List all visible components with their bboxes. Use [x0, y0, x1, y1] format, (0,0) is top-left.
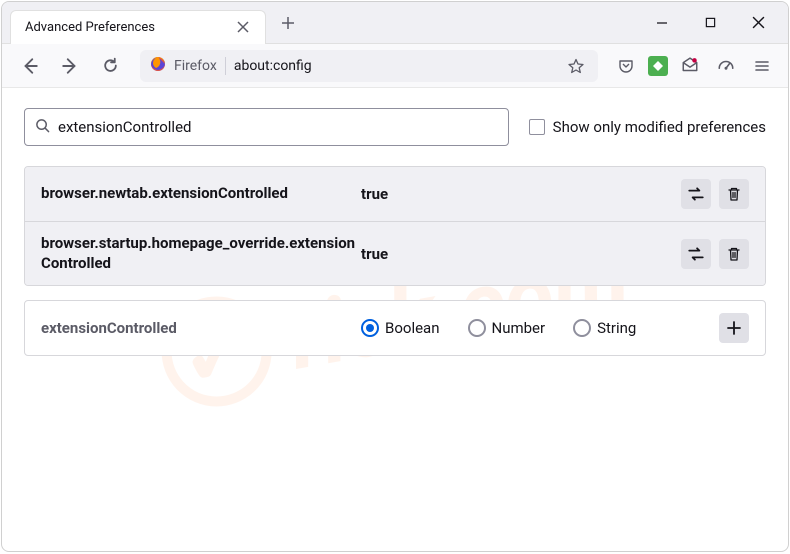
pref-value: true — [361, 185, 681, 203]
urlbar-separator — [225, 57, 226, 75]
type-radio-group: Boolean Number String — [361, 319, 707, 337]
pref-row: browser.newtab.extensionControlled true — [25, 167, 765, 222]
radio-label: Number — [492, 319, 546, 337]
back-button[interactable] — [14, 50, 46, 82]
radio-number[interactable]: Number — [468, 319, 546, 337]
browser-tab[interactable]: Advanced Preferences — [10, 10, 266, 44]
reload-button[interactable] — [94, 50, 126, 82]
close-window-button[interactable] — [736, 7, 780, 39]
dashboard-icon[interactable] — [712, 52, 740, 80]
modified-only-checkbox-row[interactable]: Show only modified preferences — [529, 118, 766, 136]
firefox-icon — [150, 56, 166, 76]
radio-input[interactable] — [361, 319, 379, 337]
pocket-icon[interactable] — [612, 52, 640, 80]
pref-name: browser.startup.homepage_override.extens… — [41, 234, 361, 273]
new-tab-button[interactable] — [274, 9, 302, 37]
url-bar[interactable]: Firefox about:config — [140, 50, 598, 82]
delete-button[interactable] — [719, 239, 749, 269]
add-pref-row: extensionControlled Boolean Number Strin… — [24, 300, 766, 356]
browser-toolbar: Firefox about:config — [2, 44, 788, 88]
window-titlebar: Advanced Preferences — [2, 2, 788, 44]
pref-search-input[interactable] — [58, 118, 498, 136]
urlbar-url: about:config — [234, 58, 556, 74]
delete-button[interactable] — [719, 179, 749, 209]
add-pref-button[interactable] — [719, 313, 749, 343]
radio-input[interactable] — [573, 319, 591, 337]
urlbar-brand: Firefox — [174, 58, 217, 74]
radio-label: String — [597, 319, 636, 337]
modified-only-label: Show only modified preferences — [553, 118, 766, 136]
pref-name: browser.newtab.extensionControlled — [41, 184, 361, 204]
radio-input[interactable] — [468, 319, 486, 337]
pref-value: true — [361, 245, 681, 263]
modified-only-checkbox[interactable] — [529, 119, 545, 135]
prefs-table: browser.newtab.extensionControlled true … — [24, 166, 766, 286]
minimize-button[interactable] — [640, 7, 684, 39]
radio-string[interactable]: String — [573, 319, 636, 337]
toggle-button[interactable] — [681, 239, 711, 269]
close-tab-icon[interactable] — [235, 19, 251, 35]
maximize-button[interactable] — [688, 7, 732, 39]
radio-boolean[interactable]: Boolean — [361, 319, 440, 337]
tab-title: Advanced Preferences — [25, 20, 155, 35]
forward-button[interactable] — [54, 50, 86, 82]
account-icon[interactable] — [676, 52, 704, 80]
radio-label: Boolean — [385, 319, 440, 337]
pref-row: browser.startup.homepage_override.extens… — [25, 222, 765, 285]
toggle-button[interactable] — [681, 179, 711, 209]
bookmark-star-icon[interactable] — [564, 54, 588, 78]
search-icon — [35, 118, 50, 137]
pref-search-box[interactable] — [24, 108, 509, 146]
extension-icon[interactable] — [648, 56, 668, 76]
menu-button[interactable] — [748, 52, 776, 80]
new-pref-name: extensionControlled — [41, 319, 361, 337]
